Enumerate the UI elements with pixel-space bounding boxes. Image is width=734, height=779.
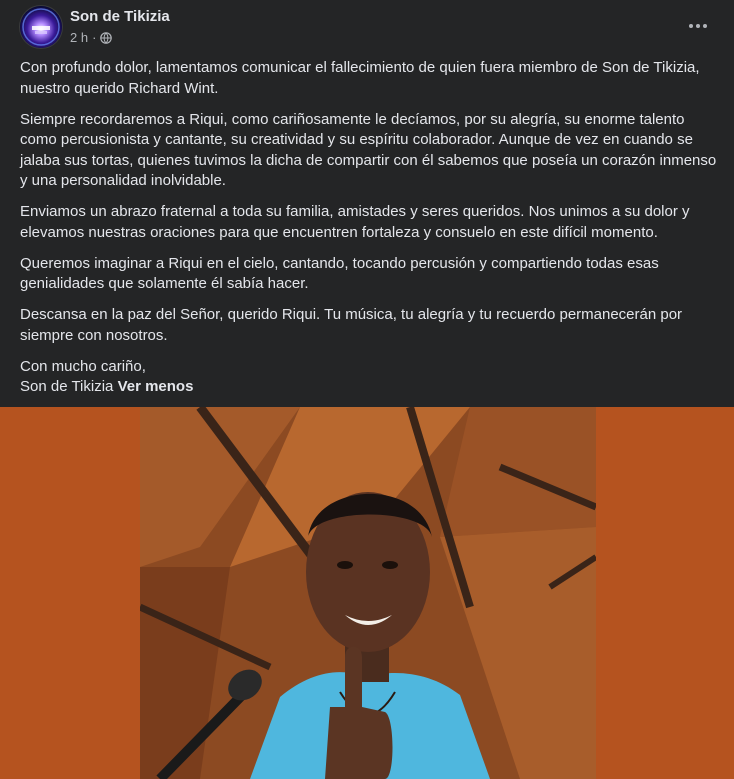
post-time[interactable]: 2 h — [70, 30, 88, 45]
person-photo — [140, 407, 596, 779]
post-author[interactable]: Son de Tikizia — [70, 8, 170, 25]
post-paragraph: Con profundo dolor, lamentamos comunicar… — [20, 59, 700, 97]
page-logo-icon — [20, 6, 62, 48]
more-horizontal-icon — [689, 24, 707, 28]
see-less-link[interactable]: Ver menos — [118, 378, 194, 395]
meta-separator: · — [92, 30, 97, 45]
photo-image — [140, 407, 596, 779]
more-options-button[interactable] — [684, 14, 712, 38]
avatar[interactable] — [20, 6, 62, 48]
post-text: Con profundo dolor, lamentamos comunicar… — [20, 58, 720, 398]
post-paragraph: Queremos imaginar a Riqui en el cielo, c… — [20, 254, 659, 293]
closing-line-2: Son de Tikizia — [20, 378, 114, 395]
post-photo[interactable] — [0, 407, 734, 779]
post-header: Son de Tikizia 2 h · — [0, 0, 734, 56]
post-paragraph: Enviamos un abrazo fraternal a toda su f… — [20, 203, 690, 241]
post-meta: 2 h · — [70, 30, 113, 45]
closing-line-1: Con mucho cariño, — [20, 357, 146, 375]
post-paragraph: Siempre recordaremos a Riqui, como cariñ… — [20, 110, 717, 190]
post-card: Son de Tikizia 2 h · Con profundo dolor,… — [0, 0, 734, 779]
post-paragraph: Descansa en la paz del Señor, querido Ri… — [20, 306, 683, 344]
globe-icon[interactable] — [100, 31, 113, 44]
post-closing: Con mucho cariño, Son de Tikizia Ver men… — [20, 357, 720, 398]
